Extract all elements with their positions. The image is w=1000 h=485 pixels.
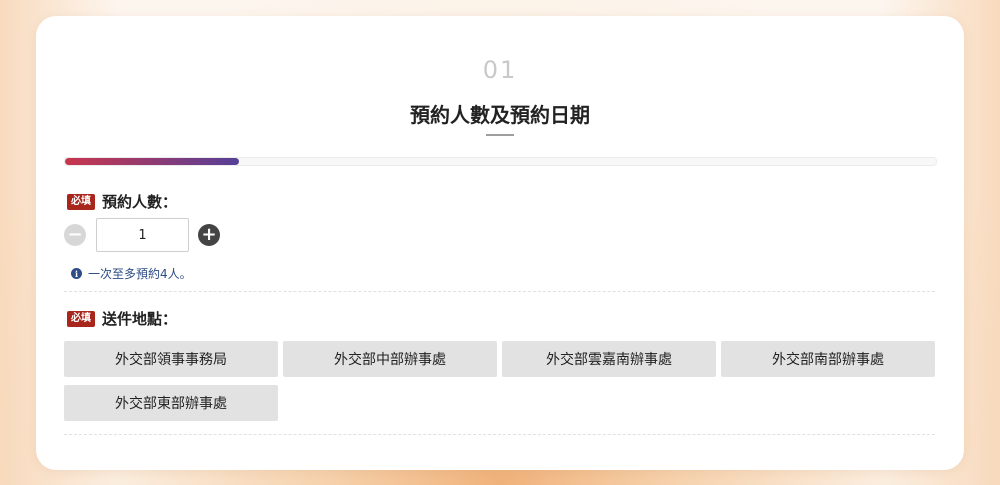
party-size-note: i 一次至多預約4人。 xyxy=(71,265,192,282)
progress-fill xyxy=(65,158,240,165)
party-size-stepper: − + xyxy=(64,218,220,252)
party-size-note-text: 一次至多預約4人。 xyxy=(88,267,192,281)
party-size-label-row: 必填 預約人數： xyxy=(67,191,177,212)
plus-circle-icon[interactable]: + xyxy=(198,224,220,246)
party-size-label: 預約人數： xyxy=(102,193,178,211)
office-option-button[interactable]: 外交部南部辦事處 xyxy=(721,341,935,377)
progress-bar xyxy=(64,157,937,166)
office-option-button[interactable]: 外交部中部辦事處 xyxy=(283,341,497,377)
office-option-button[interactable]: 外交部領事事務局 xyxy=(64,341,278,377)
reservation-card: 01 預約人數及預約日期 必填 預約人數： − + i 一次至多預約4人。 必填… xyxy=(36,16,964,470)
office-option-button[interactable]: 外交部東部辦事處 xyxy=(64,385,278,421)
minus-circle-icon[interactable]: − xyxy=(64,224,86,246)
delivery-label-row: 必填 送件地點： xyxy=(67,308,177,329)
required-badge: 必填 xyxy=(67,310,95,327)
delivery-label: 送件地點： xyxy=(102,310,178,328)
section-divider xyxy=(64,291,935,292)
required-badge: 必填 xyxy=(67,193,95,210)
office-option-button[interactable]: 外交部雲嘉南辦事處 xyxy=(502,341,716,377)
info-icon: i xyxy=(71,268,82,279)
title-underline xyxy=(486,134,514,136)
party-size-input[interactable] xyxy=(96,218,189,252)
section-divider xyxy=(64,434,935,435)
step-title: 預約人數及預約日期 xyxy=(410,103,590,127)
step-number: 01 xyxy=(482,56,518,84)
